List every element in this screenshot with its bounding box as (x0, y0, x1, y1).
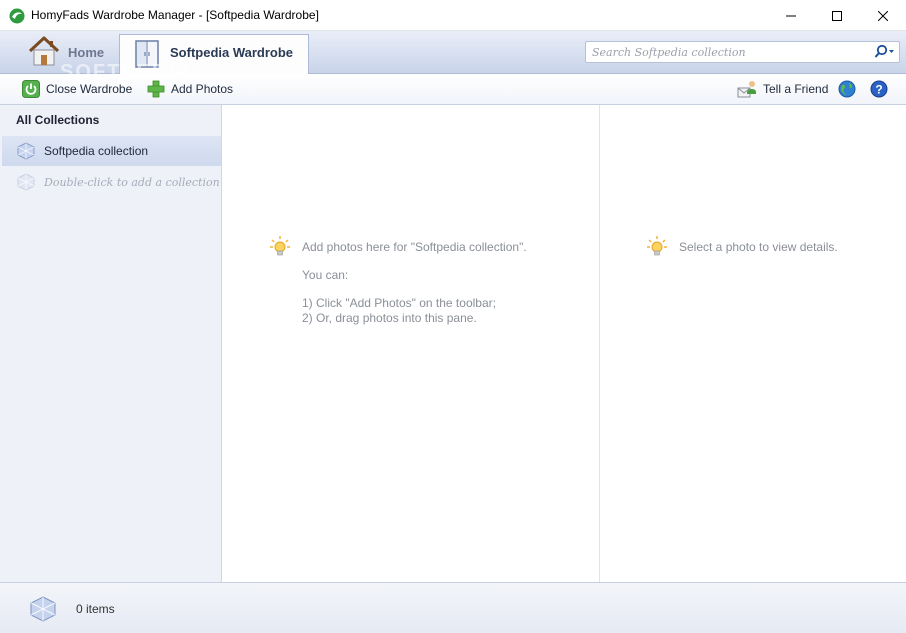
close-wardrobe-button[interactable]: Close Wardrobe (22, 79, 132, 99)
collection-cube-icon (30, 596, 56, 622)
minimize-button[interactable] (768, 0, 814, 31)
you-can-hint: You can: (302, 268, 349, 282)
close-button[interactable] (860, 0, 906, 31)
lightbulb-icon (270, 236, 290, 256)
title-bar: HomyFads Wardrobe Manager - [Softpedia W… (0, 0, 906, 31)
collections-sidebar: All Collections Softpedia collection Dou… (0, 105, 222, 582)
sidebar-header: All Collections (16, 113, 100, 127)
add-photos-hint: Add photos here for "Softpedia collectio… (302, 240, 527, 254)
tab-home-label: Home (68, 45, 105, 60)
search-icon[interactable] (873, 44, 895, 60)
close-icon (878, 10, 888, 21)
power-icon (22, 80, 40, 98)
tell-friend-icon (737, 81, 756, 98)
window-title: HomyFads Wardrobe Manager - [Softpedia W… (31, 8, 319, 22)
close-wardrobe-label: Close Wardrobe (46, 82, 133, 96)
sidebar-item-add-collection[interactable]: Double-click to add a collection (2, 167, 221, 197)
item-count: 0 items (76, 602, 115, 616)
select-photo-hint: Select a photo to view details. (679, 240, 838, 254)
toolbar: Close Wardrobe Add Photos Tell a Friend … (0, 74, 906, 105)
maximize-button[interactable] (814, 0, 860, 31)
nav-bar: Home Softpedia Wardrobe SOFTPEDIA (0, 31, 906, 83)
search-input[interactable] (592, 44, 862, 60)
add-photos-button[interactable]: Add Photos (147, 79, 233, 99)
collection-cube-icon (17, 142, 35, 160)
globe-icon (838, 80, 856, 98)
tab-wardrobe-label: Softpedia Wardrobe (170, 45, 294, 60)
help-button[interactable]: ? (870, 79, 894, 99)
plus-icon (147, 80, 165, 98)
lightbulb-icon (647, 236, 667, 256)
app-logo-icon (9, 8, 25, 24)
tell-a-friend-button[interactable]: Tell a Friend (737, 79, 828, 99)
tell-a-friend-label: Tell a Friend (763, 82, 829, 96)
collection-cube-faded-icon (17, 173, 35, 191)
add-photos-label: Add Photos (171, 82, 234, 96)
details-pane: Select a photo to view details. (601, 105, 906, 582)
help-icon: ? (870, 80, 888, 98)
website-button[interactable] (837, 79, 863, 99)
house-icon (28, 36, 60, 66)
sidebar-item-softpedia-collection[interactable]: Softpedia collection (2, 136, 221, 166)
sidebar-item-label: Double-click to add a collection (44, 175, 220, 189)
maximize-icon (832, 10, 842, 21)
sidebar-item-label: Softpedia collection (44, 144, 149, 158)
svg-text:?: ? (875, 83, 882, 97)
hint-step-1: 1) Click "Add Photos" on the toolbar; (302, 296, 496, 310)
minimize-icon (786, 15, 796, 16)
hint-step-2: 2) Or, drag photos into this pane. (302, 311, 477, 325)
search-box[interactable] (585, 41, 900, 63)
status-bar: 0 items (0, 582, 906, 633)
photos-pane[interactable]: Add photos here for "Softpedia collectio… (223, 105, 600, 582)
